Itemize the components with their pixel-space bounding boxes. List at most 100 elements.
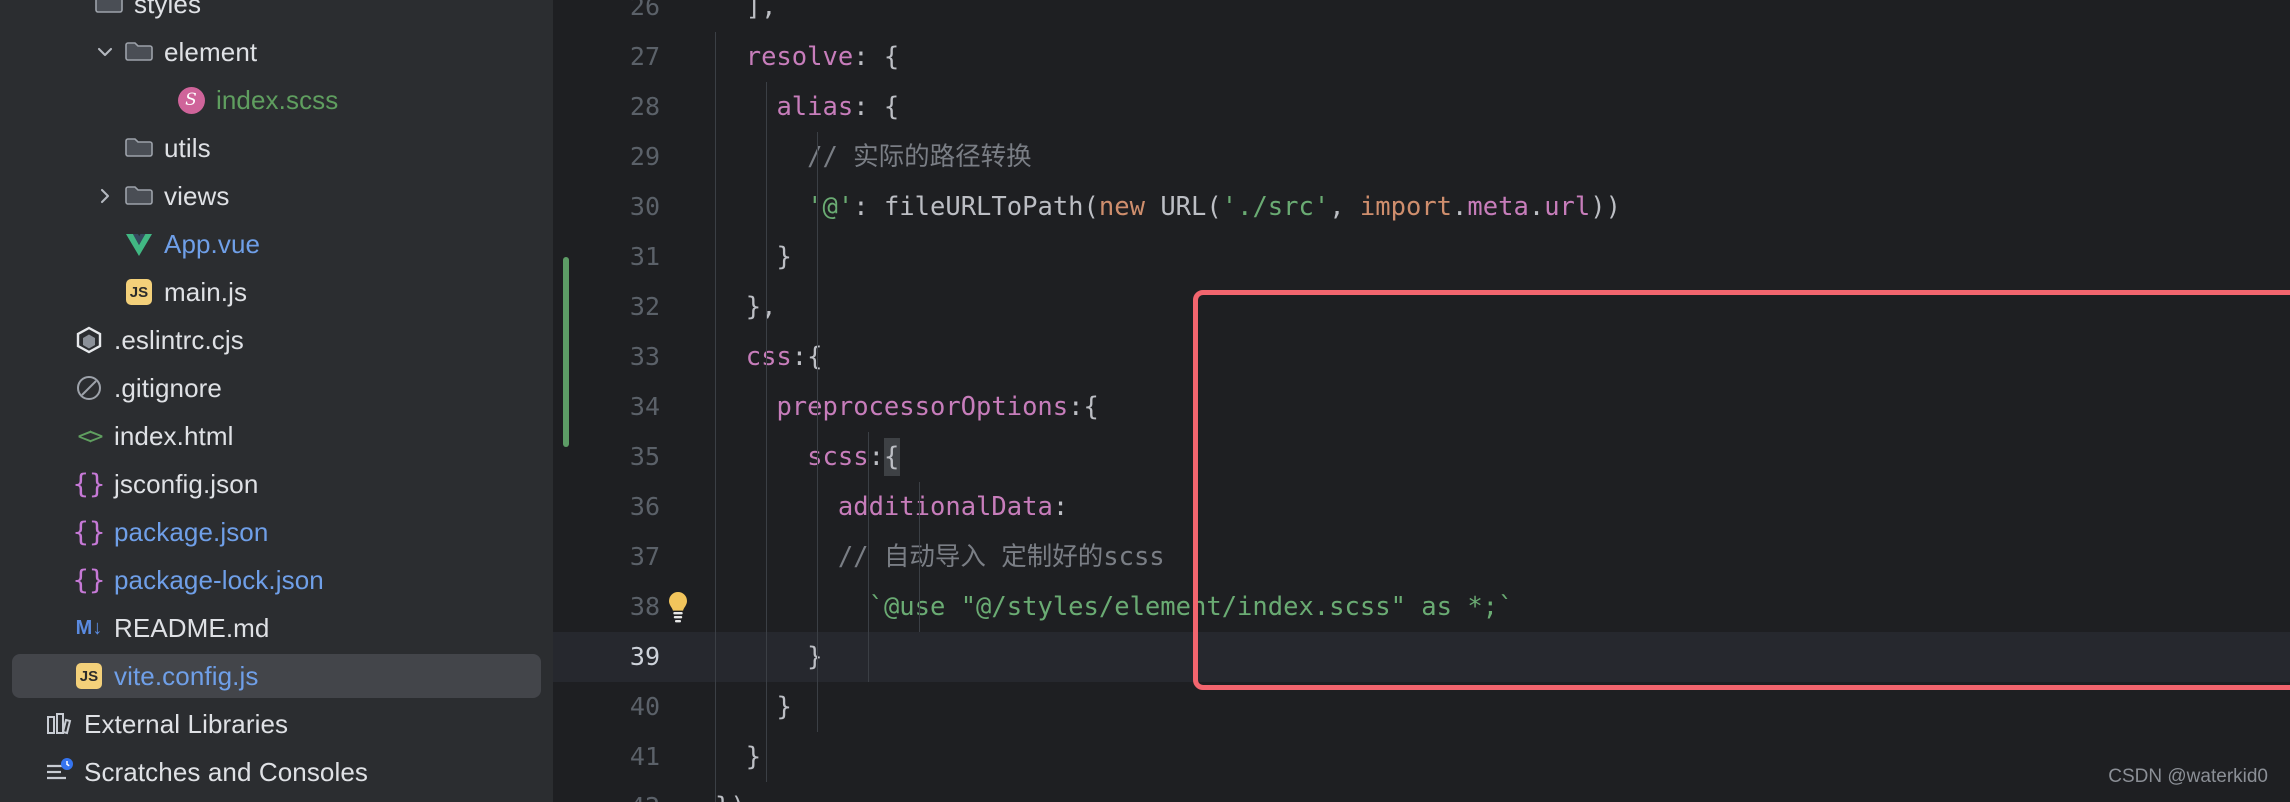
code-line[interactable]: preprocessorOptions:{: [688, 382, 2290, 432]
tree-item-label: index.html: [114, 421, 234, 451]
tree-item-external-libraries[interactable]: External Libraries: [0, 700, 553, 748]
code-line-text: ],: [745, 0, 777, 22]
code-line-text: additionalData:: [837, 492, 1069, 522]
vue-icon: [122, 227, 156, 261]
tree-item-readme-md[interactable]: M↓ README.md: [0, 604, 553, 652]
code-line[interactable]: },: [688, 282, 2290, 332]
tree-item-main-js[interactable]: JS main.js: [0, 268, 553, 316]
code-line[interactable]: }: [688, 682, 2290, 732]
gitignore-icon: [72, 371, 106, 405]
tree-item-label: element: [164, 37, 258, 67]
line-number[interactable]: 34: [553, 382, 660, 432]
tree-item-label: App.vue: [164, 229, 261, 259]
tree-item-label: Scratches and Consoles: [84, 757, 369, 787]
tree-item-label: index.scss: [216, 85, 339, 115]
code-line[interactable]: }: [688, 232, 2290, 282]
code-editor[interactable]: 262728293031323334353637383940414243 ], …: [553, 0, 2290, 802]
code-line-text: resolve: {: [745, 42, 900, 72]
tree-item-label: vite.config.js: [114, 661, 259, 691]
js-icon: JS: [72, 659, 106, 693]
code-line-text: // 自动导入 定制好的scss: [837, 542, 1165, 572]
line-number[interactable]: 28: [553, 82, 660, 132]
line-number[interactable]: 26: [553, 0, 660, 32]
tree-item-label: package.json: [114, 517, 269, 547]
tree-item-package-json[interactable]: {} package.json: [0, 508, 553, 556]
line-number[interactable]: 42: [553, 782, 660, 802]
code-line[interactable]: // 自动导入 定制好的scss: [688, 532, 2290, 582]
line-number[interactable]: 38: [553, 582, 660, 632]
tree-item-scratches-and-consoles[interactable]: Scratches and Consoles: [0, 748, 553, 796]
line-number[interactable]: 40: [553, 682, 660, 732]
line-number[interactable]: 27: [553, 32, 660, 82]
code-line[interactable]: scss:{: [688, 432, 2290, 482]
js-icon: JS: [122, 275, 156, 309]
scss-icon: S: [174, 83, 208, 117]
code-line[interactable]: }): [688, 782, 2290, 802]
folder-icon: [92, 0, 126, 21]
tree-item-label: package-lock.json: [114, 565, 324, 595]
editor-code-area[interactable]: ], resolve: { alias: { // 实际的路径转换 '@': f…: [688, 0, 2290, 802]
code-line[interactable]: css:{: [688, 332, 2290, 382]
tree-item-vite-config-js[interactable]: JS vite.config.js: [0, 652, 553, 700]
tree-item-app-vue[interactable]: App.vue: [0, 220, 553, 268]
json-icon: {}: [72, 564, 106, 596]
line-number[interactable]: 41: [553, 732, 660, 782]
indent-guide: [868, 432, 869, 682]
tree-item-label: External Libraries: [84, 709, 289, 739]
code-line[interactable]: }: [688, 732, 2290, 782]
tree-item-eslintrc-cjs[interactable]: .eslintrc.cjs: [0, 316, 553, 364]
line-number[interactable]: 29: [553, 132, 660, 182]
tree-item-index-scss[interactable]: Sindex.scss: [0, 76, 553, 124]
tree-item-label: README.md: [114, 613, 270, 643]
line-number[interactable]: 31: [553, 232, 660, 282]
code-line[interactable]: resolve: {: [688, 32, 2290, 82]
code-line[interactable]: '@': fileURLToPath(new URL('./src', impo…: [688, 182, 2290, 232]
tree-item-package-lock-json[interactable]: {} package-lock.json: [0, 556, 553, 604]
indent-guide: [817, 132, 818, 732]
chevron-right-icon[interactable]: [88, 185, 122, 207]
json-icon: {}: [72, 468, 106, 500]
line-number[interactable]: 36: [553, 482, 660, 532]
code-line-text: `@use "@/styles/element/index.scss" as *…: [868, 592, 1514, 622]
tree-item-label: .eslintrc.cjs: [114, 325, 244, 355]
project-file-tree[interactable]: styles element Sindex.scss utils views App.vu…: [0, 0, 553, 802]
code-line[interactable]: ],: [688, 0, 2290, 32]
indent-guide: [766, 82, 767, 782]
tree-item-styles[interactable]: styles: [0, 0, 553, 28]
code-line[interactable]: alias: {: [688, 82, 2290, 132]
line-number[interactable]: 35: [553, 432, 660, 482]
tree-item-label: main.js: [164, 277, 248, 307]
tree-item-views[interactable]: views: [0, 172, 553, 220]
tree-item-jsconfig-json[interactable]: {} jsconfig.json: [0, 460, 553, 508]
tree-item-element[interactable]: element: [0, 28, 553, 76]
code-line-text: preprocessorOptions:{: [776, 392, 1099, 422]
tree-item-label: styles: [134, 0, 202, 19]
code-line[interactable]: `@use "@/styles/element/index.scss" as *…: [688, 582, 2290, 632]
code-line[interactable]: }: [688, 632, 2290, 682]
chevron-down-icon[interactable]: [88, 41, 122, 63]
code-line-text: // 实际的路径转换: [807, 142, 1032, 172]
code-line[interactable]: // 实际的路径转换: [688, 132, 2290, 182]
tree-item-gitignore[interactable]: .gitignore: [0, 364, 553, 412]
folder-icon: [122, 35, 156, 69]
code-line-text: }): [688, 782, 746, 802]
code-line-text: }: [776, 692, 792, 722]
code-line-text: '@': fileURLToPath(new URL('./src', impo…: [807, 192, 1621, 222]
code-line-text: }: [807, 642, 823, 672]
line-number[interactable]: 39: [553, 632, 660, 682]
line-number[interactable]: 37: [553, 532, 660, 582]
folder-icon: [122, 131, 156, 165]
tree-item-utils[interactable]: utils: [0, 124, 553, 172]
line-number[interactable]: 32: [553, 282, 660, 332]
editor-gutter[interactable]: 262728293031323334353637383940414243: [553, 0, 688, 802]
code-line-text: css:{: [745, 342, 823, 372]
tree-item-index-html[interactable]: <> index.html: [0, 412, 553, 460]
tree-item-label: utils: [164, 133, 211, 163]
code-line-text: alias: {: [776, 92, 900, 122]
line-number[interactable]: 33: [553, 332, 660, 382]
code-line[interactable]: additionalData:: [688, 482, 2290, 532]
library-icon: [42, 707, 76, 741]
code-line-text: }: [745, 742, 762, 772]
indent-guide: [715, 32, 716, 802]
line-number[interactable]: 30: [553, 182, 660, 232]
